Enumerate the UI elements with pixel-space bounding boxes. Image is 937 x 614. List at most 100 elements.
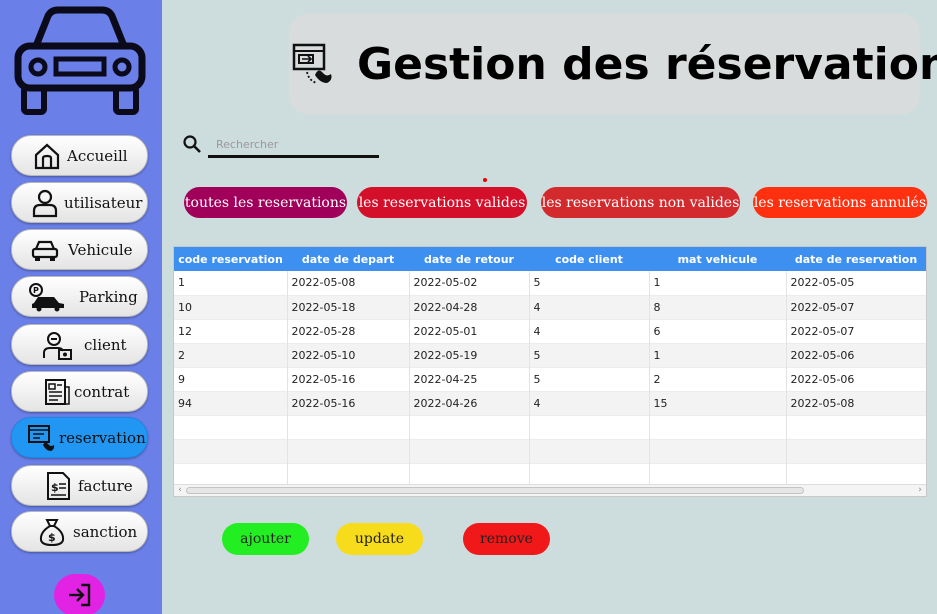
table-cell[interactable]: 10 [174, 295, 288, 319]
search-icon [183, 135, 201, 153]
car-logo-icon [14, 6, 146, 115]
column-header[interactable]: date de reservation [786, 247, 926, 271]
remove-button[interactable]: remove [463, 523, 550, 555]
column-header[interactable]: date de retour [409, 247, 529, 271]
table-cell[interactable]: 2022-05-28 [287, 319, 410, 343]
table-cell[interactable]: 2022-05-16 [287, 391, 410, 415]
table-cell[interactable]: 5 [529, 367, 650, 391]
logout-icon [68, 583, 90, 607]
table-cell[interactable] [174, 439, 288, 463]
scrollbar-thumb[interactable] [186, 487, 804, 494]
table-row[interactable]: 9 2022-05-16 2022-04-25 5 2 2022-05-06 [174, 367, 926, 391]
table-cell[interactable]: 2022-05-02 [409, 271, 530, 295]
horizontal-scrollbar[interactable]: ‹ › [174, 484, 926, 496]
table-cell[interactable]: 2022-04-28 [409, 295, 530, 319]
table-cell[interactable]: 2022-05-18 [287, 295, 410, 319]
table-cell[interactable] [649, 439, 787, 463]
home-icon [34, 143, 60, 170]
table-cell[interactable]: 4 [529, 391, 650, 415]
table-row[interactable]: 1 2022-05-08 2022-05-02 5 1 2022-05-05 [174, 271, 926, 295]
table-cell[interactable] [409, 439, 530, 463]
table-cell[interactable]: 4 [529, 295, 650, 319]
scroll-right-icon[interactable]: › [914, 485, 926, 496]
table-cell[interactable]: 12 [174, 319, 288, 343]
table-cell[interactable]: 2022-04-26 [409, 391, 530, 415]
search-input[interactable] [208, 134, 379, 158]
logout-button[interactable] [54, 574, 105, 614]
table-row[interactable]: 2 2022-05-10 2022-05-19 5 1 2022-05-06 [174, 343, 926, 367]
table-cell[interactable]: 2022-05-06 [786, 343, 926, 367]
table-cell[interactable]: 2022-05-19 [409, 343, 530, 367]
table-cell[interactable] [649, 415, 787, 439]
table-cell[interactable] [287, 415, 410, 439]
table-cell[interactable]: 1 [649, 271, 787, 295]
sidebar-item-vehicule[interactable]: Vehicule [11, 229, 148, 270]
sidebar-item-label: Parking [79, 287, 138, 306]
table-cell[interactable] [174, 415, 288, 439]
table-cell[interactable]: 2022-05-07 [786, 295, 926, 319]
table-cell[interactable]: 4 [529, 319, 650, 343]
table-cell[interactable] [786, 439, 926, 463]
sidebar-item-reservation[interactable]: reservation [11, 417, 148, 458]
scroll-left-icon[interactable]: ‹ [174, 485, 186, 496]
table-cell[interactable]: 2022-05-08 [287, 271, 410, 295]
table-cell[interactable]: 2022-05-01 [409, 319, 530, 343]
filter-cancelled-reservations-button[interactable]: les reservations annulés [753, 187, 927, 218]
reservations-table[interactable]: code reservation date de depart date de … [173, 246, 927, 497]
table-cell[interactable]: 8 [649, 295, 787, 319]
column-header[interactable]: date de depart [287, 247, 409, 271]
table-header-row: code reservation date de depart date de … [174, 247, 926, 271]
table-cell[interactable]: 2022-05-08 [786, 391, 926, 415]
sidebar-item-client[interactable]: client [11, 324, 148, 365]
sidebar-item-label: reservation [59, 428, 146, 447]
table-cell[interactable]: 2022-04-25 [409, 367, 530, 391]
reservation-icon [28, 425, 55, 451]
table-cell[interactable]: 2022-05-07 [786, 319, 926, 343]
table-cell[interactable]: 1 [174, 271, 288, 295]
filter-valid-reservations-button[interactable]: les reservations valides [357, 187, 527, 218]
table-cell[interactable]: 6 [649, 319, 787, 343]
table-cell[interactable]: 2022-05-06 [786, 367, 926, 391]
red-dot [483, 178, 487, 182]
table-cell[interactable]: 5 [529, 343, 650, 367]
table-row[interactable] [174, 415, 926, 439]
filter-all-reservations-button[interactable]: toutes les reservations [184, 187, 347, 218]
sidebar-item-parking[interactable]: P Parking [11, 276, 148, 317]
add-button[interactable]: ajouter [222, 523, 309, 555]
filter-invalid-reservations-button[interactable]: les reservations non valides [541, 187, 740, 218]
column-header[interactable]: code client [529, 247, 649, 271]
table-cell[interactable]: 5 [529, 271, 650, 295]
table-cell[interactable]: 2022-05-05 [786, 271, 926, 295]
table-cell[interactable]: 2022-05-10 [287, 343, 410, 367]
table-row[interactable]: 12 2022-05-28 2022-05-01 4 6 2022-05-07 [174, 319, 926, 343]
sidebar-item-label: facture [78, 476, 133, 495]
table-row[interactable] [174, 439, 926, 463]
table-cell[interactable]: 2 [174, 343, 288, 367]
table-row[interactable]: 10 2022-05-18 2022-04-28 4 8 2022-05-07 [174, 295, 926, 319]
table-cell[interactable]: 9 [174, 367, 288, 391]
page-title: Gestion des réservations [357, 39, 937, 90]
sidebar-item-facture[interactable]: $ facture [11, 465, 148, 506]
table-cell[interactable]: 2 [649, 367, 787, 391]
table-cell[interactable]: 94 [174, 391, 288, 415]
table-cell[interactable] [287, 439, 410, 463]
table-cell[interactable] [409, 415, 530, 439]
table-cell[interactable] [529, 439, 650, 463]
sidebar-item-accueill[interactable]: Accueill [11, 135, 148, 176]
update-button[interactable]: update [336, 523, 423, 555]
table-cell[interactable] [786, 415, 926, 439]
table-cell[interactable]: 2022-05-16 [287, 367, 410, 391]
sidebar-item-contrat[interactable]: contrat [11, 371, 148, 412]
table-row[interactable]: 94 2022-05-16 2022-04-26 4 15 2022-05-08 [174, 391, 926, 415]
table-cell[interactable]: 1 [649, 343, 787, 367]
table-cell[interactable]: 15 [649, 391, 787, 415]
user-icon [32, 189, 58, 218]
sidebar-item-sanction[interactable]: $ sanction [11, 511, 148, 552]
svg-text:P: P [33, 286, 39, 295]
column-header[interactable]: code reservation [174, 247, 287, 271]
column-header[interactable]: mat vehicule [649, 247, 786, 271]
table-cell[interactable] [529, 415, 650, 439]
sidebar-item-utilisateur[interactable]: utilisateur [11, 182, 148, 223]
invoice-icon: $ [47, 472, 70, 500]
sidebar-item-label: Vehicule [68, 240, 133, 259]
